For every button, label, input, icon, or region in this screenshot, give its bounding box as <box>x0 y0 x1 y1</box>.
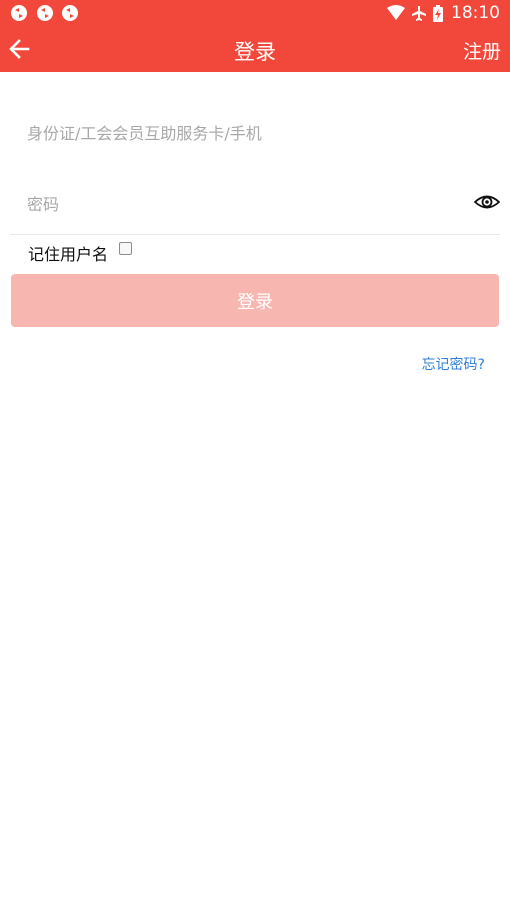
sync-icon <box>62 5 78 21</box>
sync-icon <box>11 5 27 21</box>
remember-username-checkbox[interactable] <box>119 242 132 255</box>
login-button[interactable]: 登录 <box>11 274 499 327</box>
wifi-icon <box>387 5 405 20</box>
eye-icon[interactable] <box>474 191 500 213</box>
status-bar: 18:10 <box>0 0 510 26</box>
register-button[interactable]: 注册 <box>463 37 501 64</box>
battery-charging-icon <box>433 4 443 22</box>
forgot-password-link[interactable]: 忘记密码? <box>422 354 485 374</box>
remember-username-label: 记住用户名 <box>28 245 109 264</box>
clock: 18:10 <box>451 3 500 23</box>
status-icons: 18:10 <box>387 0 500 26</box>
account-input[interactable]: 身份证/工会会员互助服务卡/手机 <box>27 120 467 144</box>
password-input[interactable]: 密码 <box>27 191 467 215</box>
page-title: 登录 <box>234 40 276 64</box>
sync-icon <box>37 5 53 21</box>
airplane-mode-icon <box>412 6 426 21</box>
divider <box>10 234 500 235</box>
app-bar: 登录 注册 <box>0 26 510 72</box>
